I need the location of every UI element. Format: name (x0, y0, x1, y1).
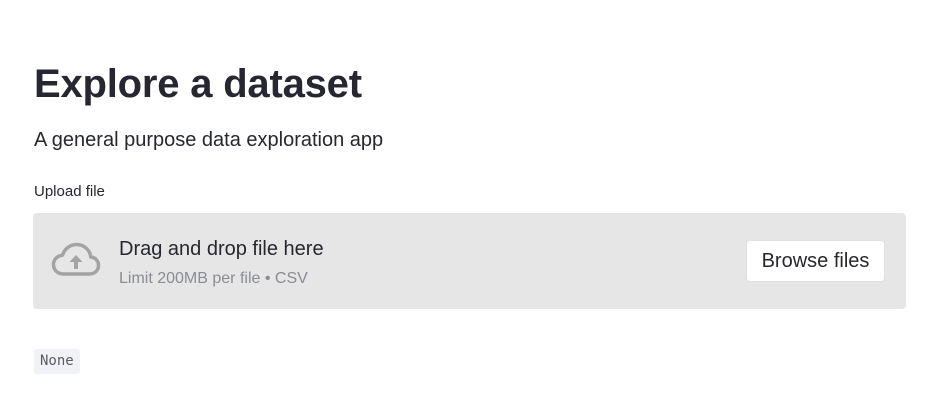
drop-instructions: Drag and drop file here (119, 238, 324, 260)
browse-files-button[interactable]: Browse files (746, 240, 885, 282)
page-title: Explore a dataset (34, 62, 362, 106)
cloud-upload-icon (51, 242, 101, 276)
page-subtitle: A general purpose data exploration app (34, 129, 384, 151)
upload-file-label: Upload file (34, 183, 105, 200)
file-limit-text: Limit 200MB per file • CSV (119, 270, 308, 287)
output-value: None (34, 349, 80, 374)
app-page: Explore a dataset A general purpose data… (0, 0, 952, 414)
